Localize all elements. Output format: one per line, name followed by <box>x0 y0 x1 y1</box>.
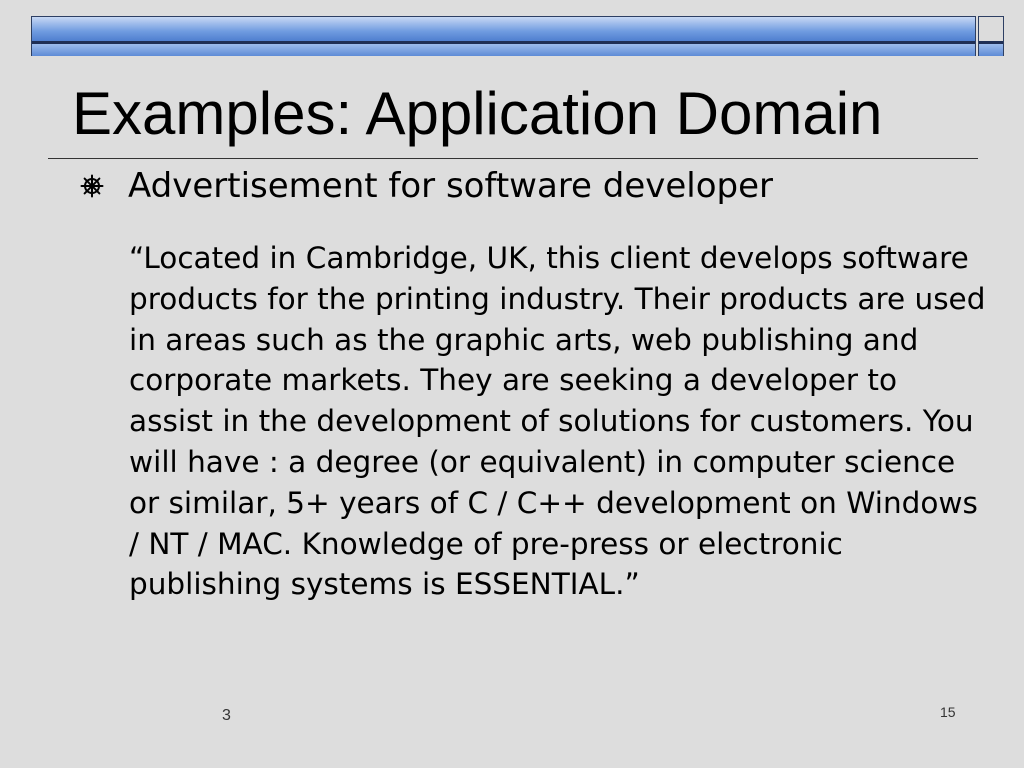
bullet-text: Advertisement for software developer <box>128 166 774 206</box>
ship-wheel-icon <box>80 174 104 198</box>
bullet-item: Advertisement for software developer <box>80 164 980 208</box>
title-divider <box>48 158 978 159</box>
corner-bottom <box>979 44 1003 56</box>
slide-title: Examples: Application Domain <box>72 80 883 147</box>
header-bar-band-bottom <box>32 44 975 56</box>
page-number: 15 <box>940 704 956 720</box>
corner-top <box>979 17 1003 41</box>
footer-left-text: 3 <box>222 707 231 724</box>
header-decoration-corner <box>978 16 1004 56</box>
advertisement-quote: “Located in Cambridge, UK, this client d… <box>129 241 986 602</box>
header-decoration-bar <box>31 16 976 56</box>
header-bar-band-top <box>32 17 975 41</box>
